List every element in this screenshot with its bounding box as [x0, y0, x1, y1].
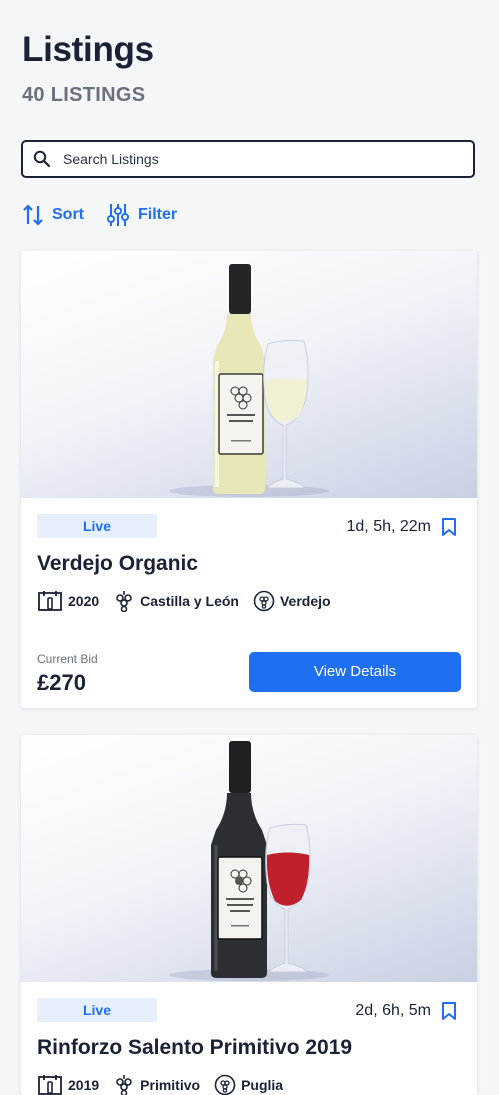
current-bid-value: £270: [37, 670, 86, 696]
bookmark-icon[interactable]: [441, 517, 457, 537]
grapes-icon: [113, 590, 135, 612]
region-attribute: Primitivo: [113, 1074, 200, 1095]
filter-button[interactable]: Filter: [106, 202, 177, 228]
wine-image: [21, 251, 477, 498]
filter-icon: [106, 202, 130, 228]
grape-name: Puglia: [241, 1077, 283, 1093]
search-bar[interactable]: [21, 140, 475, 178]
sort-label: Sort: [52, 206, 84, 224]
calendar-bottle-icon: [37, 590, 63, 612]
region-attribute: Castilla y León: [113, 590, 239, 612]
time-remaining: 1d, 5h, 22m: [347, 517, 458, 537]
sort-button[interactable]: Sort: [22, 203, 84, 227]
listing-count: 40 LISTINGS: [22, 84, 145, 107]
wine-name: Verdejo Organic: [37, 552, 198, 576]
grape-variety-icon: [253, 590, 275, 612]
wine-name: Rinforzo Salento Primitivo 2019: [37, 1036, 352, 1060]
time-remaining: 2d, 6h, 5m: [355, 1001, 457, 1021]
grape-attribute: Verdejo: [253, 590, 331, 612]
vintage-year: 2020: [68, 593, 99, 609]
white-wine-bottle-illustration: [21, 251, 477, 498]
wine-attributes: 2019 Primitivo Puglia: [37, 1074, 297, 1095]
search-input[interactable]: [61, 150, 445, 168]
region-name: Primitivo: [140, 1077, 200, 1093]
vintage-attribute: 2019: [37, 1074, 99, 1095]
grape-attribute: Puglia: [214, 1074, 283, 1095]
region-name: Castilla y León: [140, 593, 239, 609]
current-bid-label: Current Bid: [37, 652, 98, 666]
filter-label: Filter: [138, 206, 177, 224]
vintage-attribute: 2020: [37, 590, 99, 612]
grape-name: Verdejo: [280, 593, 331, 609]
search-icon: [33, 150, 51, 168]
view-details-button[interactable]: View Details: [249, 652, 461, 692]
status-badge: Live: [37, 514, 157, 538]
grapes-icon: [113, 1074, 135, 1095]
calendar-bottle-icon: [37, 1074, 63, 1095]
red-wine-bottle-illustration: [21, 735, 477, 982]
wine-attributes: 2020 Castilla y León Verdejo: [37, 590, 345, 612]
vintage-year: 2019: [68, 1077, 99, 1093]
status-badge: Live: [37, 998, 157, 1022]
listing-card[interactable]: Live 2d, 6h, 5m Rinforzo Salento Primiti…: [21, 735, 477, 1095]
grape-variety-icon: [214, 1074, 236, 1095]
time-remaining-text: 1d, 5h, 22m: [347, 518, 432, 536]
listing-card[interactable]: Live 1d, 5h, 22m Verdejo Organic 2020: [21, 251, 477, 708]
toolbar: Sort Filter: [22, 202, 199, 228]
page-title: Listings: [22, 30, 154, 70]
sort-icon: [22, 203, 44, 227]
bookmark-icon[interactable]: [441, 1001, 457, 1021]
time-remaining-text: 2d, 6h, 5m: [355, 1002, 431, 1020]
wine-image: [21, 735, 477, 982]
